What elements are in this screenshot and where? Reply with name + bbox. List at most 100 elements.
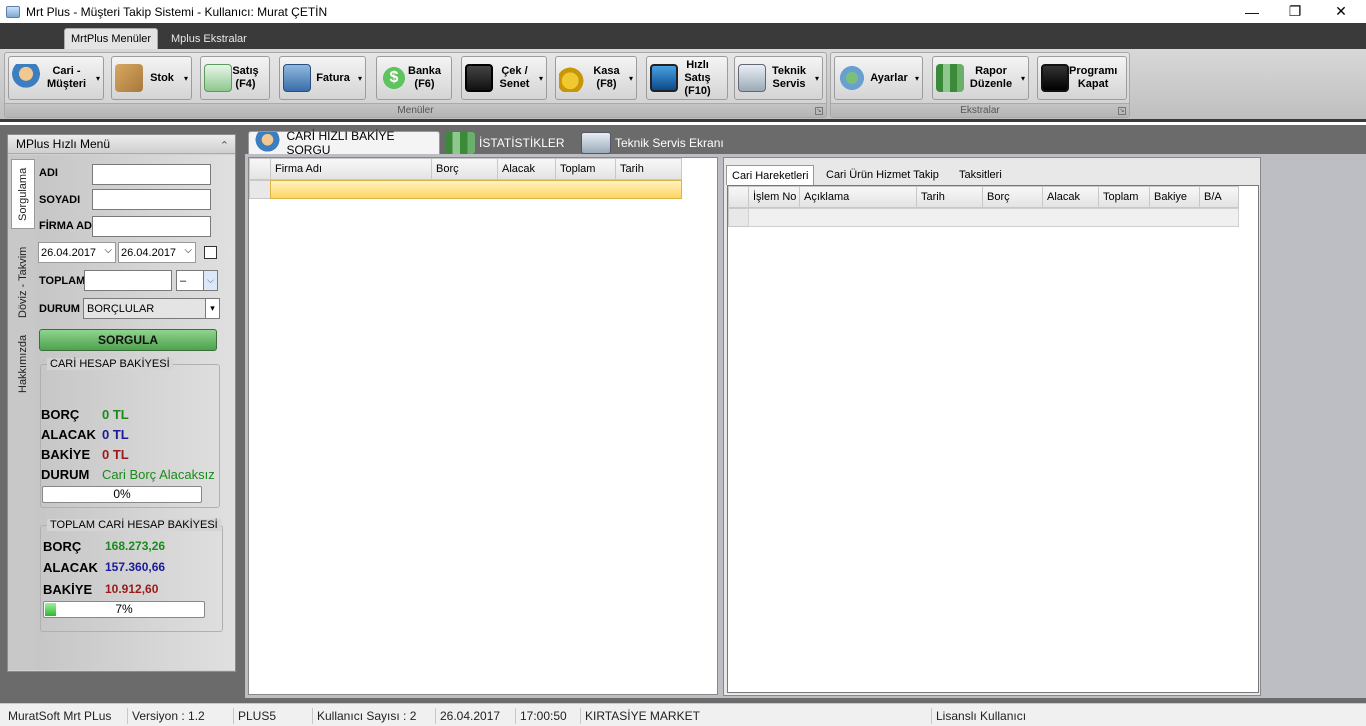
kasa-button[interactable]: Kasa (F8) ▾ xyxy=(555,56,637,100)
group-expand-icon[interactable]: ↘ xyxy=(1118,107,1126,115)
column-header-aciklama[interactable]: Açıklama xyxy=(799,186,917,208)
tab-cari-hareketleri[interactable]: Cari Hareketleri xyxy=(726,165,815,185)
cari-bakiye-label: BAKİYE xyxy=(41,447,91,462)
cari-musteri-button[interactable]: Cari - Müşteri ▾ xyxy=(8,56,104,100)
tab-teknik-servis-ekrani[interactable]: Teknik Servis Ekranı xyxy=(581,131,731,154)
sorgula-button[interactable]: SORGULA xyxy=(39,329,217,351)
statistics-icon xyxy=(445,131,475,154)
service-monitor-icon xyxy=(581,131,611,154)
exit-monitor-icon xyxy=(1041,64,1069,92)
row-header[interactable] xyxy=(249,180,271,199)
toplam-balance-legend: TOPLAM CARİ HESAP BAKİYESİ xyxy=(47,519,221,531)
cari-movements-grid: İşlem No Açıklama Tarih Borç Alacak Topl… xyxy=(727,185,1259,693)
toplam-progress-fill xyxy=(45,603,56,616)
column-header-firma-adi[interactable]: Firma Adı xyxy=(270,158,432,180)
group-label-ekstralar: Ekstralar xyxy=(831,103,1129,117)
teknik-servis-button[interactable]: Teknik Servis ▾ xyxy=(734,56,823,100)
table-row[interactable] xyxy=(270,180,682,199)
group-label-menuler: Menüler xyxy=(5,103,826,117)
column-header-alacak[interactable]: Alacak xyxy=(497,158,556,180)
bank-dollar-icon: $ xyxy=(380,64,408,92)
status-bar: MuratSoft Mrt PLus Versiyon : 1.2 PLUS5 … xyxy=(0,703,1366,726)
column-header-tarih[interactable]: Tarih xyxy=(615,158,682,180)
settings-icon xyxy=(838,64,866,92)
vtab-hakkimizda[interactable]: Hakkımızda xyxy=(11,331,35,397)
toplam-operator-select[interactable]: – ⌵ xyxy=(176,270,218,291)
collapse-icon[interactable]: ⌃ xyxy=(220,139,229,152)
close-button[interactable]: ✕ xyxy=(1318,0,1364,23)
minimize-button[interactable]: — xyxy=(1229,0,1275,23)
tab-taksitleri[interactable]: Taksitleri xyxy=(954,165,1007,185)
toplam-balance-group: TOPLAM CARİ HESAP BAKİYESİ BORÇ 168.273,… xyxy=(40,519,223,632)
user-query-icon xyxy=(253,132,283,154)
firma-adi-label: FİRMA ADI xyxy=(39,220,96,232)
tab-mrtplus-menuler[interactable]: MrtPlus Menüler xyxy=(64,28,159,49)
ayarlar-button[interactable]: Ayarlar ▾ xyxy=(834,56,923,100)
column-header-toplam[interactable]: Toplam xyxy=(1098,186,1150,208)
date-to-picker[interactable]: 26.04.2017 ⌵ xyxy=(118,242,196,263)
title-bar: Mrt Plus - Müşteri Takip Sistemi - Kulla… xyxy=(0,0,1366,23)
window-title: Mrt Plus - Müşteri Takip Sistemi - Kulla… xyxy=(26,4,328,19)
vtab-doviz-takvim[interactable]: Döviz - Takvim xyxy=(11,239,35,325)
column-header-borc[interactable]: Borç xyxy=(431,158,498,180)
toplam-input[interactable] xyxy=(84,270,172,291)
durum-label: DURUM xyxy=(39,303,80,315)
query-form: ADI SOYADI FİRMA ADI 26.04.2017 ⌵ 26.04.… xyxy=(36,155,235,670)
tab-cari-hizli-bakiye-sorgu[interactable]: CARİ HIZLI BAKİYE SORGU xyxy=(248,129,440,157)
restore-button[interactable]: ❐ xyxy=(1272,0,1318,23)
floppy-save-icon xyxy=(465,64,493,92)
status-store-name: KIRTASİYE MARKET xyxy=(580,708,700,724)
banka-button[interactable]: $ Banka (F6) xyxy=(376,56,452,100)
column-header-bakiye[interactable]: Bakiye xyxy=(1149,186,1200,208)
toplam-bakiye-label: BAKİYE xyxy=(43,582,93,597)
table-row[interactable] xyxy=(748,208,1239,227)
stok-button[interactable]: Stok ▾ xyxy=(111,56,192,100)
cari-borc-value: 0 TL xyxy=(102,407,129,422)
column-header-toplam[interactable]: Toplam xyxy=(555,158,616,180)
status-user-count: Kullanıcı Sayısı : 2 xyxy=(312,708,416,724)
cek-senet-button[interactable]: Çek / Senet ▾ xyxy=(461,56,547,100)
invoice-printer-icon xyxy=(283,64,311,92)
quick-menu-header: MPlus Hızlı Menü ⌃ xyxy=(8,135,235,154)
tab-mplus-ekstralar[interactable]: Mplus Ekstralar xyxy=(165,28,253,49)
column-header-ba[interactable]: B/A xyxy=(1199,186,1239,208)
cari-balance-legend: CARİ HESAP BAKİYESİ xyxy=(47,358,173,370)
cari-progress-bar: 0% xyxy=(42,486,202,503)
column-header-alacak[interactable]: Alacak xyxy=(1042,186,1099,208)
toplam-borc-label: BORÇ xyxy=(43,539,82,554)
column-header-islem-no[interactable]: İşlem No xyxy=(748,186,800,208)
sales-icon xyxy=(204,64,232,92)
fatura-button[interactable]: Fatura ▾ xyxy=(279,56,366,100)
adi-input[interactable] xyxy=(92,164,211,185)
soyadi-input[interactable] xyxy=(92,189,211,210)
report-chart-icon xyxy=(936,64,964,92)
tab-cari-urun-hizmet-takip[interactable]: Cari Ürün Hizmet Takip xyxy=(821,165,944,185)
date-filter-checkbox[interactable] xyxy=(204,246,217,259)
hizli-satis-button[interactable]: Hızlı Satış (F10) xyxy=(646,56,728,100)
durum-select[interactable]: BORÇLULAR ▾ xyxy=(83,298,220,319)
status-license: Lisanslı Kullanıcı xyxy=(931,708,1026,724)
app-icon xyxy=(6,5,20,18)
dropdown-arrow-icon: ⌵ xyxy=(184,245,192,256)
status-company: MuratSoft Mrt PLus xyxy=(8,709,112,723)
programi-kapat-button[interactable]: Programı Kapat xyxy=(1037,56,1127,100)
tab-istatistikler[interactable]: İSTATİSTİKLER xyxy=(445,131,570,154)
row-header[interactable] xyxy=(728,208,749,227)
group-expand-icon[interactable]: ↘ xyxy=(815,107,823,115)
group-menuler: Menüler ↘ Cari - Müşteri ▾ Stok ▾ Satış … xyxy=(4,52,827,118)
column-header-tarih[interactable]: Tarih xyxy=(916,186,983,208)
toplam-progress-bar: 7% xyxy=(43,601,205,618)
stock-boxes-icon xyxy=(115,64,143,92)
cari-balance-group: CARİ HESAP BAKİYESİ BORÇ 0 TL ALACAK 0 T… xyxy=(40,358,220,508)
rapor-duzenle-button[interactable]: Rapor Düzenle ▾ xyxy=(932,56,1029,100)
firma-adi-input[interactable] xyxy=(92,216,211,237)
vtab-sorgulama[interactable]: Sorgulama xyxy=(11,159,35,229)
column-header-borc[interactable]: Borç xyxy=(982,186,1043,208)
dropdown-arrow-icon: ⌵ xyxy=(104,245,112,256)
cari-alacak-label: ALACAK xyxy=(41,427,96,442)
satis-button[interactable]: Satış (F4) xyxy=(200,56,270,100)
content-tab-strip: CARİ HIZLI BAKİYE SORGU İSTATİSTİKLER Te… xyxy=(245,128,1366,157)
status-time: 17:00:50 xyxy=(515,708,567,724)
date-from-picker[interactable]: 26.04.2017 ⌵ xyxy=(38,242,116,263)
coins-icon xyxy=(559,64,587,92)
